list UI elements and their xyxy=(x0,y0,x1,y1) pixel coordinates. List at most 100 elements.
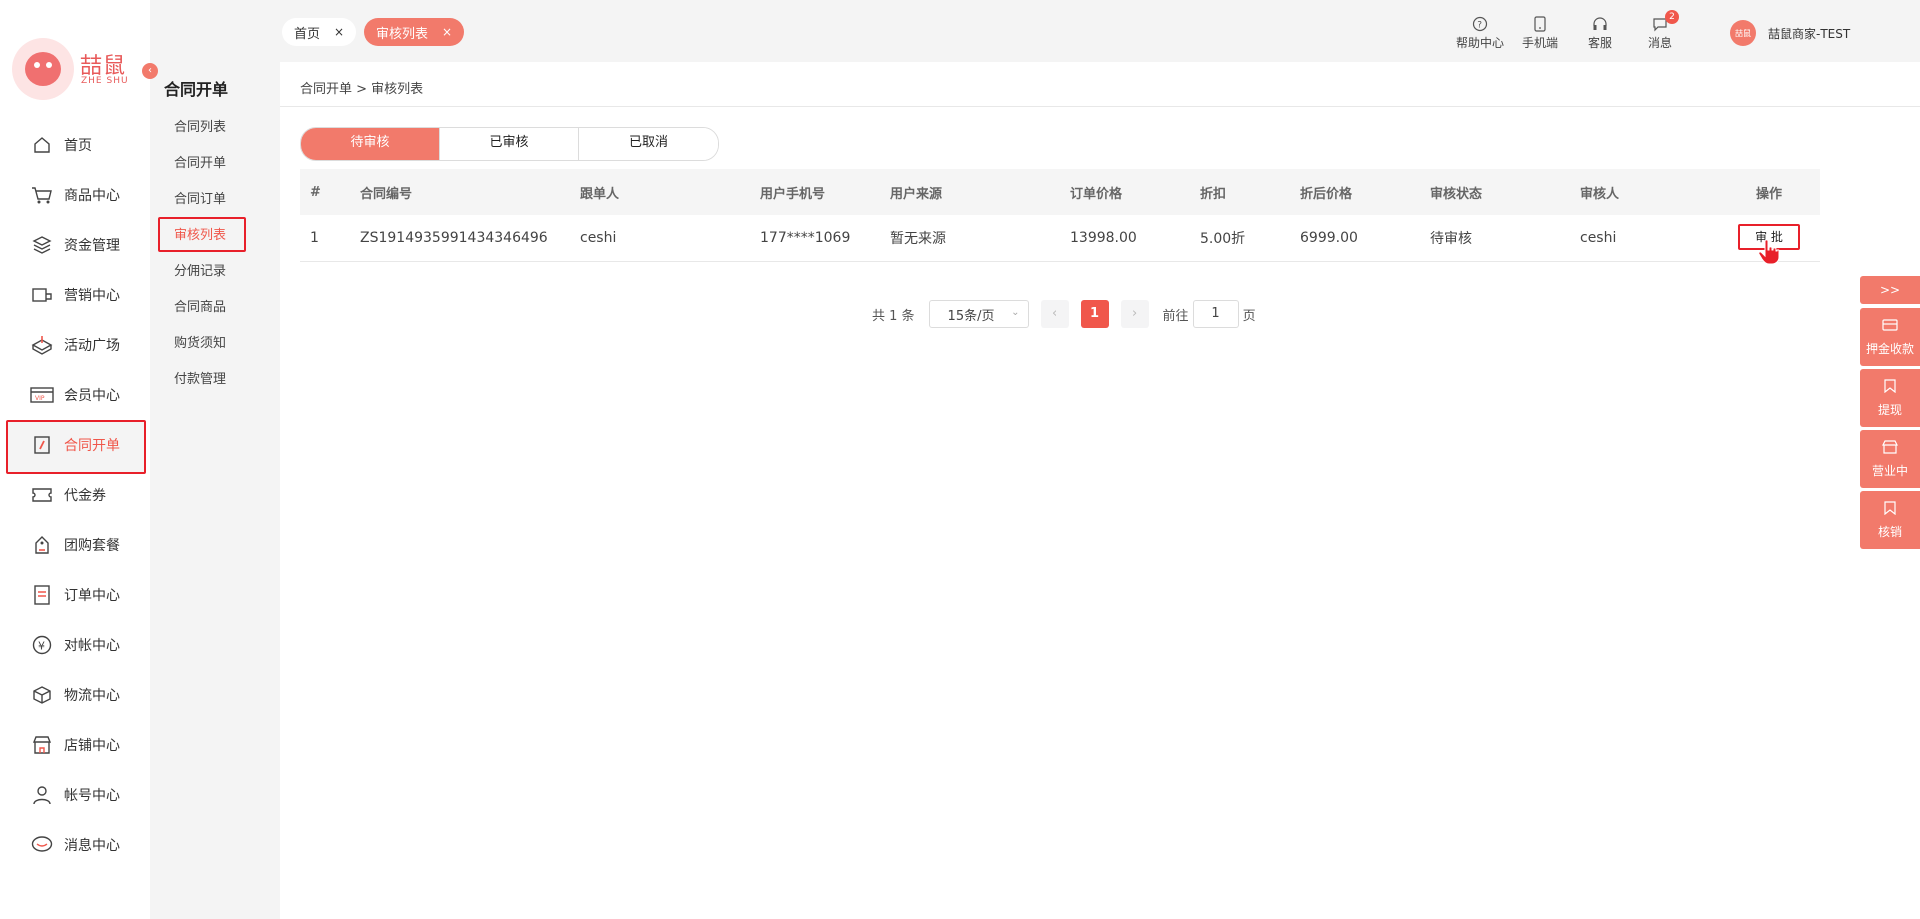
top-action-label: 手机端 xyxy=(1521,36,1558,50)
table-row: 1 ZS1914935991434346496 ceshi 177****106… xyxy=(300,215,1820,265)
cell-contract-no: ZS1914935991434346496 xyxy=(360,230,548,246)
sidebar-item-funds[interactable]: 资金管理 xyxy=(0,220,150,270)
submenu-item-review-list[interactable]: 审核列表 xyxy=(157,217,247,252)
sidebar-item-label: 资金管理 xyxy=(64,238,120,254)
svg-text:?: ? xyxy=(1477,21,1482,31)
header-source: 用户来源 xyxy=(890,186,943,202)
sidebar-item-group-buy[interactable]: 团购套餐 xyxy=(0,520,150,570)
sidebar-item-account[interactable]: 帐号中心 xyxy=(0,770,150,820)
header-phone: 用户手机号 xyxy=(760,186,826,202)
withdraw-button[interactable]: 提现 xyxy=(1860,369,1920,427)
deposit-collect-button[interactable]: 押金收款 xyxy=(1860,308,1920,366)
submenu-item-contract-goods[interactable]: 合同商品 xyxy=(174,296,226,315)
messages-button[interactable]: 2 消息 xyxy=(1630,10,1690,51)
user-menu[interactable]: 喆鼠 喆鼠商家-TEST xyxy=(1730,20,1850,46)
submenu-item-contract-create[interactable]: 合同开单 xyxy=(174,152,226,171)
sidebar-item-label: 商品中心 xyxy=(64,188,120,204)
top-bar: 首页 × 审核列表 × ? 帮助中心 手机端 客服 2 消息 喆鼠 喆鼠商家-T… xyxy=(280,0,1920,62)
divider xyxy=(280,106,1920,107)
message-badge: 2 xyxy=(1665,10,1679,24)
help-center-button[interactable]: ? 帮助中心 xyxy=(1450,14,1510,51)
sidebar-item-label: 对帐中心 xyxy=(64,638,120,654)
order-icon xyxy=(30,584,54,606)
cell-source: 暂无来源 xyxy=(890,231,946,247)
layers-icon xyxy=(30,234,54,256)
cell-discounted-price: 6999.00 xyxy=(1300,230,1358,246)
float-item-label: 提现 xyxy=(1877,403,1902,417)
help-icon: ? xyxy=(1450,14,1510,34)
float-item-label: 押金收款 xyxy=(1865,342,1914,356)
page-button-current[interactable]: 1 xyxy=(1080,300,1109,328)
write-off-button[interactable]: 核销 xyxy=(1860,491,1920,549)
page-size-select[interactable]: 15条/页 ⌄ xyxy=(928,300,1029,328)
status-tabs: 待审核 已审核 已取消 xyxy=(300,127,719,161)
phone-icon xyxy=(1510,14,1570,34)
sidebar-item-goods[interactable]: 商品中心 xyxy=(0,170,150,220)
sub-menu: 合同开单 合同列表 合同开单 合同订单 审核列表 分佣记录 合同商品 购货须知 … xyxy=(150,0,280,919)
tab-review-list[interactable]: 审核列表 × xyxy=(364,18,465,46)
sidebar-item-label: 活动广场 xyxy=(64,338,120,354)
sidebar-collapse-button[interactable]: ‹ xyxy=(142,63,158,79)
tab-reviewed[interactable]: 已审核 xyxy=(440,128,579,160)
header-discounted-price: 折后价格 xyxy=(1300,186,1353,202)
header-index: # xyxy=(310,184,321,200)
close-icon[interactable]: × xyxy=(442,25,452,39)
sidebar-item-activity[interactable]: 活动广场 xyxy=(0,320,150,370)
brand-logo[interactable]: 喆鼠 ZHE SHU xyxy=(12,38,130,102)
float-item-label: 核销 xyxy=(1877,525,1902,539)
sidebar-item-marketing[interactable]: 营销中心 xyxy=(0,270,150,320)
submenu-item-purchase-notice[interactable]: 购货须知 xyxy=(174,332,226,351)
main-sidebar: 喆鼠 ZHE SHU 首页 商品中心 资金管理 营销中心 活动广场 VIP 会员… xyxy=(0,0,150,919)
submenu-item-contract-list[interactable]: 合同列表 xyxy=(174,116,226,135)
sidebar-item-label: 物流中心 xyxy=(64,688,120,704)
logo-mascot-icon xyxy=(12,38,74,100)
tab-label: 审核列表 xyxy=(376,26,429,42)
submenu-item-payment[interactable]: 付款管理 xyxy=(174,368,226,387)
sidebar-item-label: 代金券 xyxy=(64,488,106,504)
header-contract-no: 合同编号 xyxy=(360,186,413,202)
goto-page-input[interactable]: 1 xyxy=(1192,300,1239,328)
breadcrumb: 合同开单 > 审核列表 xyxy=(300,82,424,97)
sidebar-item-contract[interactable]: 合同开单 xyxy=(0,420,150,474)
submenu-item-commission[interactable]: 分佣记录 xyxy=(174,260,226,279)
voucher-icon xyxy=(30,484,54,506)
sidebar-item-label: 店铺中心 xyxy=(64,738,120,754)
cell-index: 1 xyxy=(310,230,319,246)
cell-review-status: 待审核 xyxy=(1430,231,1472,247)
svg-text:VIP: VIP xyxy=(35,395,45,402)
store-icon xyxy=(30,734,54,756)
sidebar-item-label: 会员中心 xyxy=(64,388,120,404)
sidebar-item-home[interactable]: 首页 xyxy=(0,120,150,170)
top-action-label: 帮助中心 xyxy=(1455,36,1504,50)
sidebar-item-orders[interactable]: 订单中心 xyxy=(0,570,150,620)
sidebar-item-store[interactable]: 店铺中心 xyxy=(0,720,150,770)
business-status-button[interactable]: 营业中 xyxy=(1860,430,1920,488)
sidebar-item-member[interactable]: VIP 会员中心 xyxy=(0,370,150,420)
sidebar-item-reconcile[interactable]: ¥ 对帐中心 xyxy=(0,620,150,670)
sidebar-item-label: 订单中心 xyxy=(64,588,120,604)
sidebar-item-voucher[interactable]: 代金券 xyxy=(0,470,150,520)
sidebar-nav: 首页 商品中心 资金管理 营销中心 活动广场 VIP 会员中心 合同开单 代金券 xyxy=(0,120,150,870)
submenu-item-contract-orders[interactable]: 合同订单 xyxy=(174,188,226,207)
sidebar-item-messages[interactable]: 消息中心 xyxy=(0,820,150,870)
customer-service-button[interactable]: 客服 xyxy=(1570,14,1630,51)
tab-pending[interactable]: 待审核 xyxy=(301,128,440,160)
sidebar-item-label: 营销中心 xyxy=(64,288,120,304)
header-review-status: 审核状态 xyxy=(1430,186,1483,202)
cell-reviewer: ceshi xyxy=(1580,230,1617,246)
close-icon[interactable]: × xyxy=(334,25,344,39)
top-action-label: 消息 xyxy=(1647,36,1672,50)
tab-home[interactable]: 首页 × xyxy=(282,18,357,46)
next-page-button[interactable]: › xyxy=(1120,300,1149,328)
sidebar-item-logistics[interactable]: 物流中心 xyxy=(0,670,150,720)
yen-icon: ¥ xyxy=(30,634,54,656)
message-icon xyxy=(30,834,54,856)
user-name: 喆鼠商家-TEST xyxy=(1768,26,1851,41)
cart-icon xyxy=(30,184,54,206)
mobile-button[interactable]: 手机端 xyxy=(1510,14,1570,51)
tab-cancelled[interactable]: 已取消 xyxy=(579,128,718,160)
prev-page-button[interactable]: ‹ xyxy=(1040,300,1069,328)
float-toggle-button[interactable]: >> xyxy=(1860,276,1920,304)
table-header: # 合同编号 跟单人 用户手机号 用户来源 订单价格 折扣 折后价格 审核状态 … xyxy=(300,169,1820,215)
header-discount: 折扣 xyxy=(1200,186,1227,202)
